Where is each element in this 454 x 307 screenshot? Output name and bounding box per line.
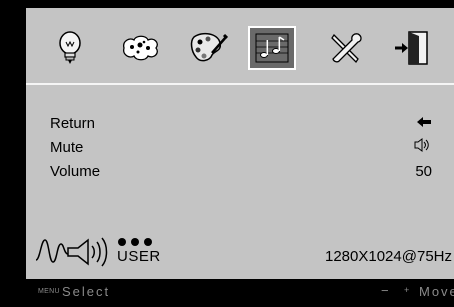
plus-key-hint: + [404,285,410,295]
move-hint: Move [419,284,454,299]
selected-icon-frame [248,26,296,70]
volume-value: 50 [415,163,432,180]
menu-key-hint: MENU [38,288,60,295]
osd-screen: Return Mute Volume 50 USER 1280X1024@75H… [0,0,454,307]
image-settings-icon[interactable] [110,18,170,78]
minus-key-hint: − [381,283,389,298]
sound-wave-speaker-icon [34,230,118,275]
header-divider [26,83,454,85]
resolution-label: 1280X1024@75Hz [325,248,452,265]
tools-icon[interactable] [316,18,376,78]
back-arrow-icon [416,112,432,136]
exit-door-icon[interactable] [382,18,442,78]
menu-item-return[interactable]: Return [50,112,440,136]
menu-item-volume[interactable]: Volume 50 [50,160,440,184]
menu-item-mute[interactable]: Mute [50,136,440,160]
music-notes-icon[interactable] [242,18,302,78]
color-palette-icon[interactable] [178,18,238,78]
brightness-bulb-icon[interactable] [40,18,100,78]
footer-bar: MENU Select − + Move [0,279,454,307]
menu-icon-bar [26,18,454,78]
select-hint: Select [62,284,111,299]
menu-item-label: Mute [50,139,84,156]
audio-menu-list: Return Mute Volume 50 [50,112,440,184]
mode-label: USER [117,248,161,265]
menu-item-label: Return [50,115,96,132]
menu-item-label: Volume [50,163,101,180]
speaker-icon [414,136,432,160]
